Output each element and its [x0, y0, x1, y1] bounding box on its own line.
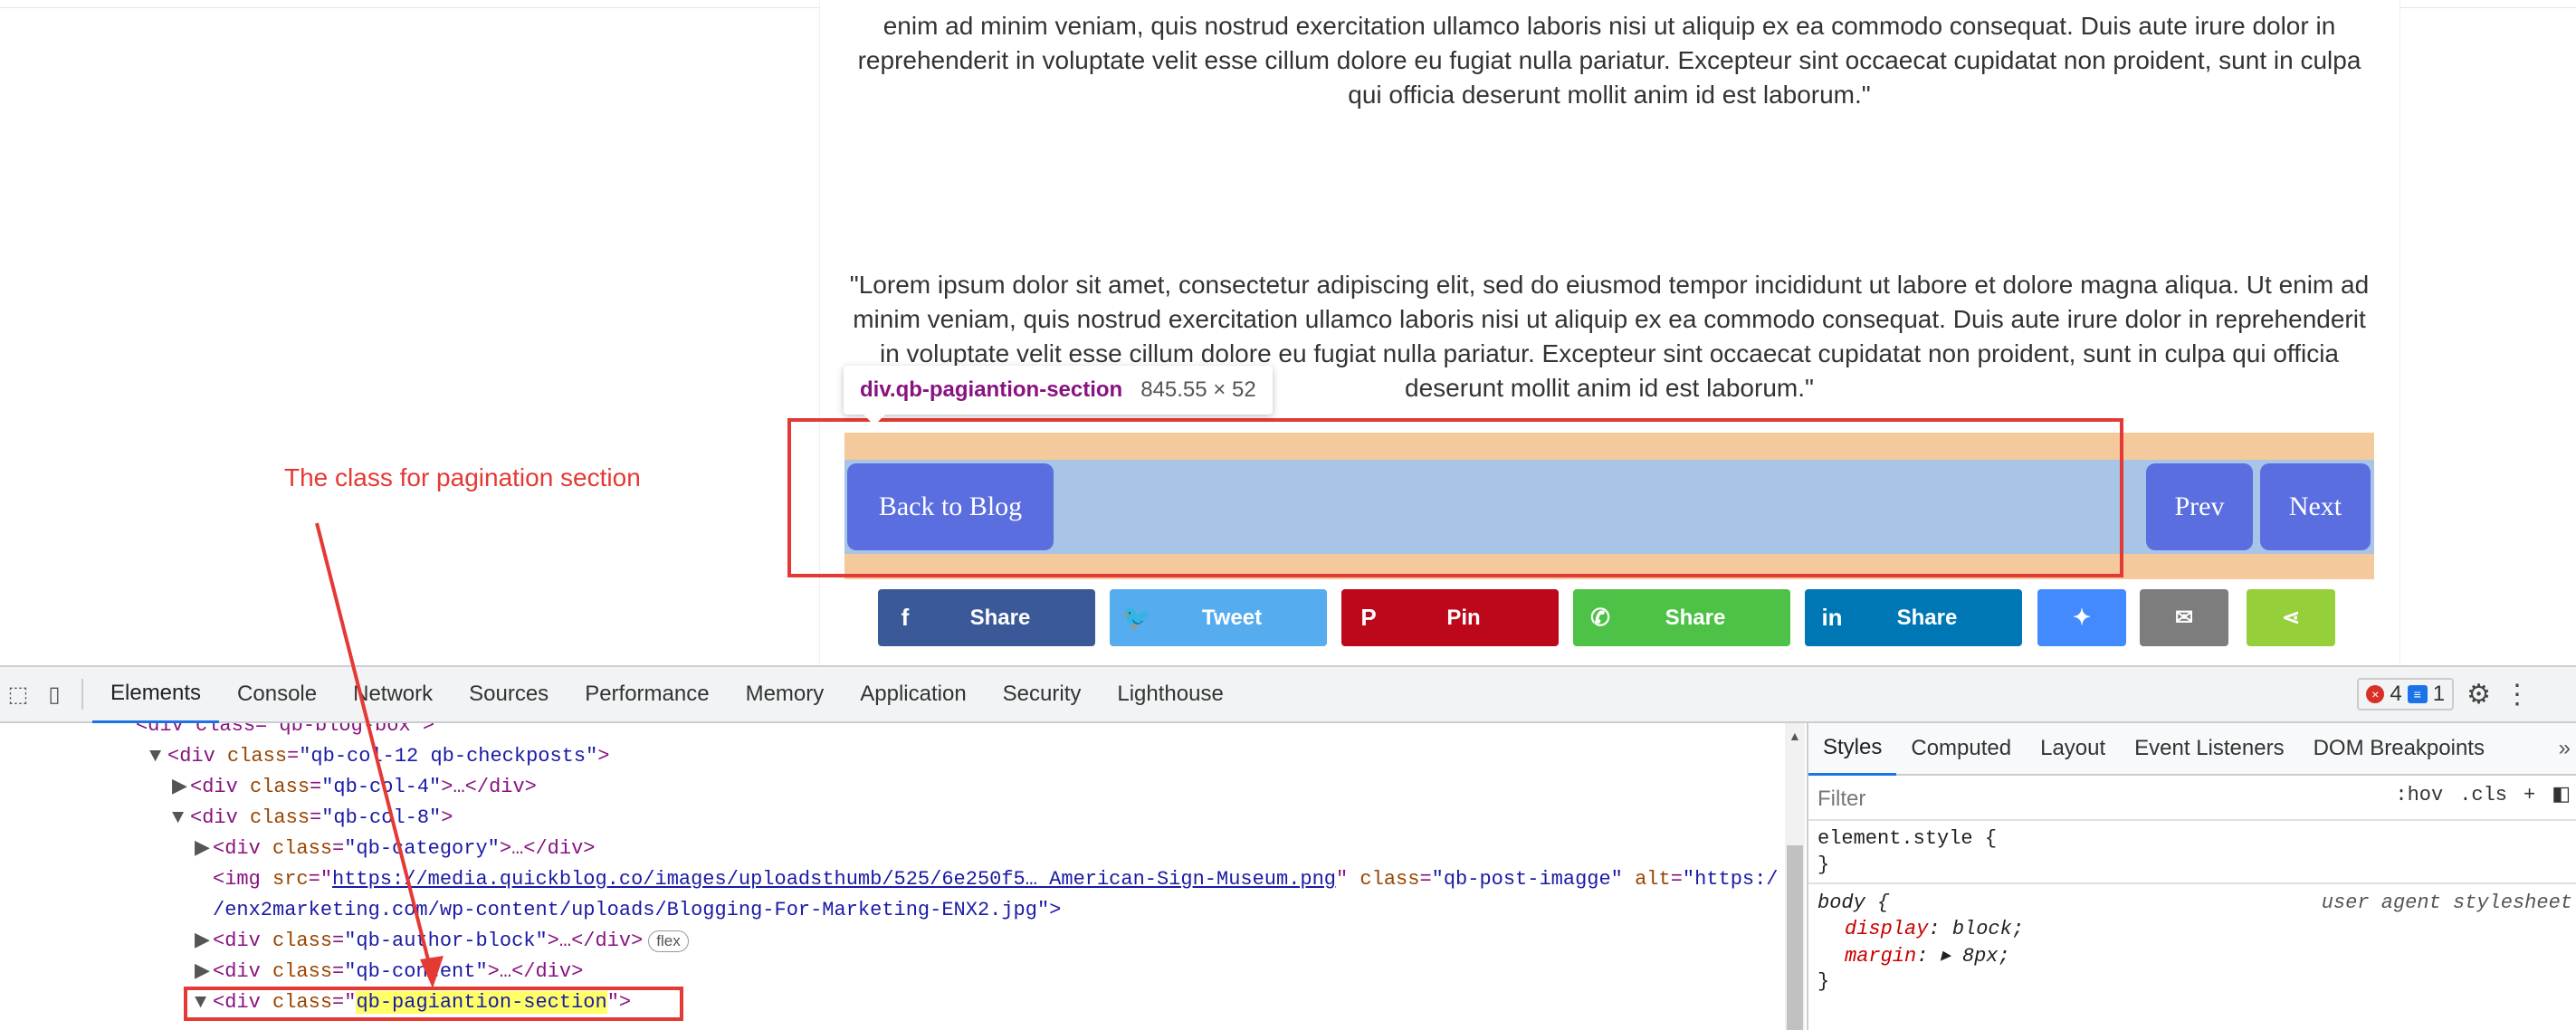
email-share-button[interactable]: ✉ — [2140, 589, 2228, 646]
inspect-tooltip: div.qb-pagiantion-section 845.55 × 52 — [844, 366, 1273, 425]
elements-dom-tree: <div class="qb-blog-box"> ▼ <div class="q… — [0, 723, 1783, 1030]
body-rule-selector[interactable]: body { — [1818, 892, 1889, 914]
dom-line-author-block[interactable]: ▶ <div class="qb-author-block">…</div> fle… — [195, 926, 689, 957]
sidebar-toggle-icon[interactable]: ◧ — [2552, 783, 2571, 806]
expand-arrow-icon[interactable]: ▼ — [149, 741, 167, 772]
settings-gear-icon[interactable]: ⚙ — [2466, 679, 2491, 711]
expand-arrow-icon[interactable]: ▼ — [172, 803, 190, 834]
error-count-badge[interactable]: × 4 ≡ 1 — [2357, 678, 2455, 711]
tab-computed[interactable]: Computed — [1896, 723, 2026, 774]
more-options-icon[interactable]: ⋮ — [2504, 679, 2531, 711]
new-rule-icon[interactable]: + — [2524, 784, 2535, 806]
dom-scrollbar[interactable]: ▲ — [1785, 723, 1805, 1030]
whatsapp-share-button[interactable]: ✆ Share — [1573, 589, 1790, 646]
tab-security[interactable]: Security — [985, 667, 1100, 721]
error-icon: × — [2366, 685, 2385, 703]
prev-button[interactable]: Prev — [2146, 463, 2253, 550]
paragraph-1: enim ad minim veniam, quis nostrud exerc… — [857, 12, 2361, 109]
whatsapp-icon: ✆ — [1590, 604, 1610, 631]
body-rule-close: } — [1818, 970, 1830, 993]
scroll-up-icon[interactable]: ▲ — [1789, 729, 1801, 743]
dom-line-checkposts[interactable]: ▼ <div class="qb-col-12 qb-checkposts"> — [149, 741, 610, 772]
element-style-rule[interactable]: element.style { — [1818, 827, 1997, 850]
dom-line-category[interactable]: ▶ <div class="qb-category">…</div> — [195, 834, 596, 864]
flex-badge[interactable]: flex — [648, 930, 689, 952]
webpage-view: enim ad minim veniam, quis nostrud exerc… — [0, 0, 2576, 665]
tab-console[interactable]: Console — [219, 667, 335, 721]
pinterest-icon: P — [1360, 604, 1377, 631]
tab-network[interactable]: Network — [335, 667, 451, 721]
filter-separator — [1808, 819, 2576, 821]
cls-toggle[interactable]: .cls — [2459, 784, 2507, 806]
dom-line-content[interactable]: ▶ <div class="qb-content">…</div> — [195, 957, 583, 987]
device-toolbar-icon[interactable]: ▯ — [36, 682, 72, 708]
tooltip-size: 845.55 × 52 — [1140, 377, 1256, 402]
annotation-box-pagination — [787, 418, 2123, 577]
facebook-share-button[interactable]: f Share — [878, 589, 1095, 646]
tab-application[interactable]: Application — [842, 667, 984, 721]
img-src-link[interactable]: https://media.quickblog.co/images/upload… — [332, 868, 1336, 891]
messenger-icon: ✦ — [2072, 606, 2092, 630]
dom-line-blog-box[interactable]: <div class="qb-blog-box"> — [136, 723, 434, 741]
rule-separator — [1808, 882, 2576, 884]
devtools-panel: ⬚ ▯ Elements Console Network Sources Per… — [0, 665, 2576, 1030]
styles-tabbar: Styles Computed Layout Event Listeners D… — [1808, 723, 2576, 776]
next-button[interactable]: Next — [2260, 463, 2371, 550]
collapse-arrow-icon[interactable]: ▶ — [172, 772, 190, 803]
user-agent-label: user agent stylesheet — [2321, 892, 2572, 914]
more-tabs-icon[interactable]: » — [2559, 736, 2576, 761]
element-style-close: } — [1818, 854, 1830, 876]
filter-tools: :hov .cls + ◧ — [2395, 783, 2571, 807]
scrollbar-thumb[interactable] — [1787, 845, 1803, 1030]
tooltip-selector: div.qb-pagiantion-section — [860, 377, 1123, 402]
hov-toggle[interactable]: :hov — [2395, 784, 2443, 806]
annotation-label: The class for pagination section — [284, 463, 641, 491]
devtools-tabbar: ⬚ ▯ Elements Console Network Sources Per… — [0, 667, 2576, 723]
collapse-arrow-icon[interactable]: ▶ — [195, 926, 213, 957]
dom-line-col-4[interactable]: ▶ <div class="qb-col-4">…</div> — [172, 772, 537, 803]
facebook-icon: f — [901, 604, 910, 631]
pinterest-share-button[interactable]: P Pin — [1341, 589, 1559, 646]
devtools-badges: × 4 ≡ 1 ⚙ ⋮ — [2357, 678, 2531, 711]
dom-line-img-cont: /enx2marketing.com/wp-content/uploads/Bl… — [213, 899, 1062, 921]
inspect-element-icon[interactable]: ⬚ — [0, 682, 36, 708]
twitter-share-button[interactable]: 🐦 Tweet — [1110, 589, 1327, 646]
tab-dom-breakpoints[interactable]: DOM Breakpoints — [2299, 723, 2499, 774]
linkedin-icon: in — [1821, 604, 1843, 631]
tabbar-separator — [81, 679, 83, 710]
collapse-arrow-icon[interactable]: ▶ — [195, 957, 213, 987]
collapse-arrow-icon[interactable]: ▶ — [195, 834, 213, 864]
email-icon: ✉ — [2174, 606, 2194, 630]
twitter-icon: 🐦 — [1121, 604, 1152, 631]
styles-filter-input[interactable]: Filter — [1818, 783, 2270, 815]
css-prop-display[interactable]: display: block; — [1845, 918, 2024, 940]
tab-performance[interactable]: Performance — [567, 667, 727, 721]
css-prop-margin[interactable]: margin: ▸ 8px; — [1845, 944, 2010, 968]
dom-line-col-8[interactable]: ▼ <div class="qb-col-8"> — [172, 803, 453, 834]
tab-layout[interactable]: Layout — [2026, 723, 2120, 774]
messenger-share-button[interactable]: ✦ — [2037, 589, 2126, 646]
tab-styles[interactable]: Styles — [1808, 722, 1897, 776]
annotation-box-dom-line — [184, 987, 683, 1021]
styles-pane: Styles Computed Layout Event Listeners D… — [1807, 723, 2576, 1030]
linkedin-share-button[interactable]: in Share — [1805, 589, 2022, 646]
tab-elements[interactable]: Elements — [92, 666, 220, 723]
share-icon: ⋖ — [2281, 606, 2301, 630]
tab-event-listeners[interactable]: Event Listeners — [2120, 723, 2298, 774]
dom-line-img[interactable]: <img src="https://media.quickblog.co/ima… — [213, 864, 1779, 895]
tab-sources[interactable]: Sources — [451, 667, 567, 721]
message-icon: ≡ — [2407, 685, 2428, 703]
generic-share-button[interactable]: ⋖ — [2247, 589, 2335, 646]
tab-memory[interactable]: Memory — [728, 667, 843, 721]
tab-lighthouse[interactable]: Lighthouse — [1099, 667, 1241, 721]
